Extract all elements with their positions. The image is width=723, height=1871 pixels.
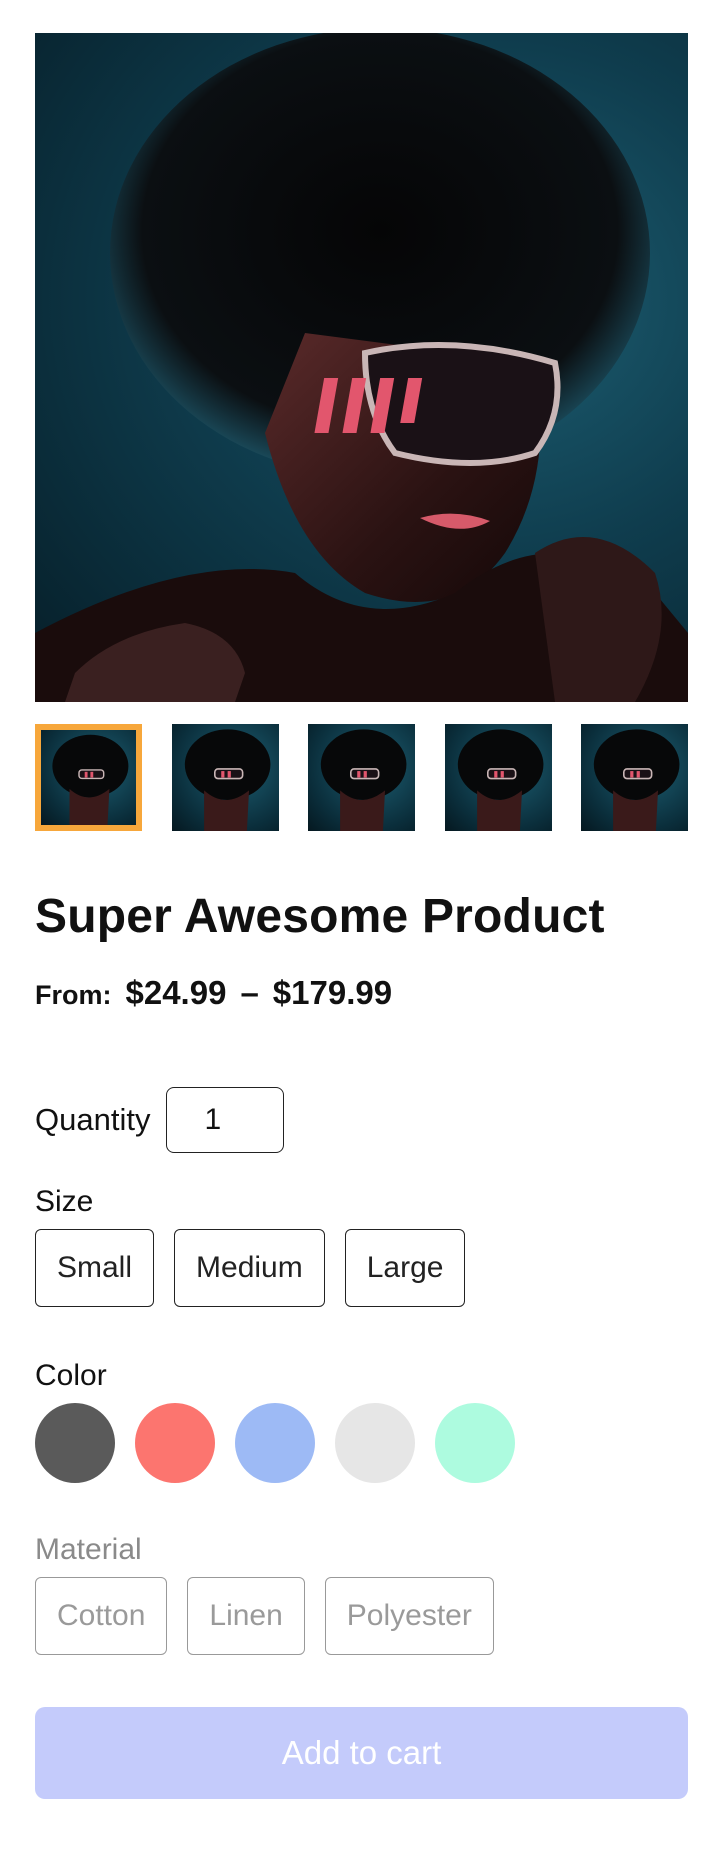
color-label: Color: [35, 1358, 107, 1392]
size-options: Small Medium Large: [35, 1228, 688, 1307]
price-from-label: From:: [35, 979, 112, 1010]
size-option-button[interactable]: Small: [35, 1228, 155, 1307]
material-label: Material: [35, 1532, 142, 1566]
size-label: Size: [35, 1184, 94, 1218]
thumbnail-strip: [35, 724, 688, 831]
price-range: From: $24.99 – $179.99: [35, 974, 688, 1012]
add-to-cart-button[interactable]: Add to cart: [35, 1706, 688, 1799]
product-thumbnail[interactable]: [171, 724, 279, 831]
product-main-image: [35, 33, 688, 702]
size-option-button[interactable]: Large: [344, 1228, 466, 1307]
product-page: Super Awesome Product From: $24.99 – $17…: [35, 33, 688, 1799]
material-option-button[interactable]: Polyester: [324, 1576, 494, 1655]
size-option-button[interactable]: Medium: [174, 1228, 325, 1307]
price-separator: –: [240, 973, 259, 1011]
color-swatch[interactable]: [35, 1402, 115, 1483]
material-option-button[interactable]: Cotton: [35, 1576, 168, 1655]
product-thumbnail[interactable]: [581, 724, 688, 831]
material-options: Cotton Linen Polyester: [35, 1576, 688, 1655]
color-swatch[interactable]: [335, 1402, 415, 1483]
product-thumbnail[interactable]: [35, 724, 142, 831]
price-min: $24.99: [125, 973, 227, 1011]
color-swatches: [35, 1402, 688, 1483]
quantity-input[interactable]: [166, 1086, 285, 1153]
product-title: Super Awesome Product: [35, 890, 605, 943]
color-swatch[interactable]: [135, 1402, 215, 1483]
quantity-label: Quantity: [35, 1101, 151, 1137]
product-thumbnail[interactable]: [444, 724, 552, 831]
material-option-button[interactable]: Linen: [187, 1576, 305, 1655]
product-thumbnail[interactable]: [308, 724, 415, 831]
quantity-row: Quantity: [35, 1086, 688, 1153]
color-swatch[interactable]: [235, 1402, 315, 1483]
color-swatch[interactable]: [435, 1402, 515, 1483]
price-max: $179.99: [272, 973, 393, 1011]
